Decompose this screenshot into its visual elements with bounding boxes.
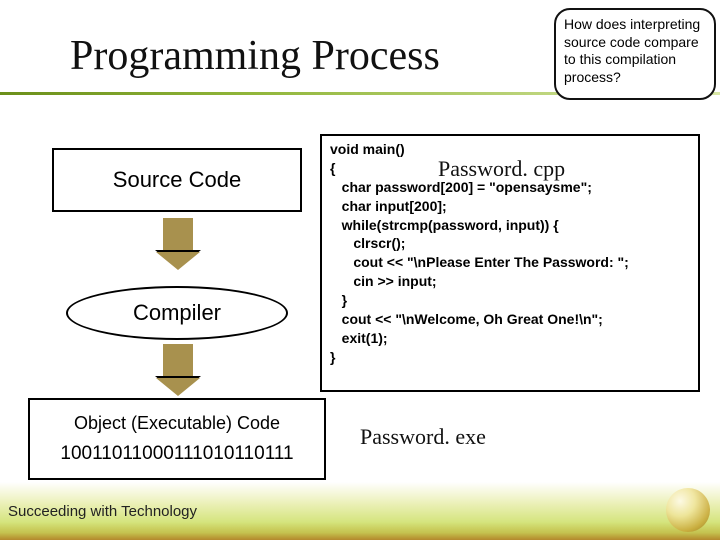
source-code-box: Source Code [52,148,302,212]
source-code-label: Source Code [113,167,241,193]
code-line: } [330,291,690,310]
code-line: exit(1); [330,329,690,348]
code-line: clrscr(); [330,234,690,253]
object-code-label: Object (Executable) Code [74,408,280,439]
code-line: cout << "\nPlease Enter The Password: "; [330,253,690,272]
footer-text: Succeeding with Technology [8,503,197,520]
compiler-label: Compiler [133,300,221,326]
code-line: char input[200]; [330,197,690,216]
code-line: cin >> input; [330,272,690,291]
source-code-panel: Password. cpp void main() { char passwor… [320,134,700,392]
page-title: Programming Process [70,32,440,80]
footer-accent [0,522,720,540]
code-line: while(strcmp(password, input)) { [330,216,690,235]
code-line: } [330,348,690,367]
callout-question: How does interpreting source code compar… [554,8,716,100]
arrow-down-icon [158,218,198,270]
object-code-box: Object (Executable) Code 100110110001110… [28,398,326,480]
object-code-bits: 10011011000111010110111 [60,438,293,470]
arrow-down-icon [158,344,198,396]
code-line: cout << "\nWelcome, Oh Great One!\n"; [330,310,690,329]
compiler-box: Compiler [66,286,288,340]
source-filename: Password. cpp [438,154,565,184]
slide: Programming Process How does interpretin… [0,0,720,540]
executable-filename: Password. exe [360,424,486,450]
footer-orb-icon [666,488,710,532]
